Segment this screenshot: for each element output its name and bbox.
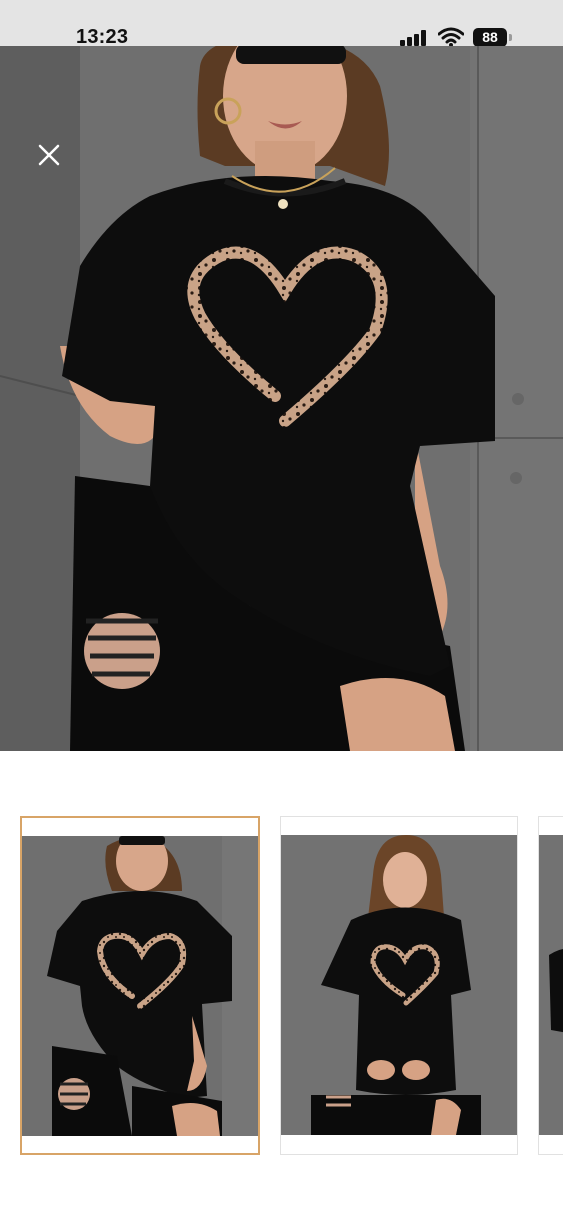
thumbnail-1-selected[interactable] (20, 816, 260, 1155)
thumbnail-strip (0, 816, 563, 1156)
battery-cap (509, 34, 512, 41)
thumbnail-2[interactable] (280, 816, 518, 1155)
main-product-image[interactable] (0, 46, 563, 751)
model-photo (0, 46, 563, 751)
thumbnail-1-image (22, 836, 258, 1136)
thumbnail-2-image (281, 835, 517, 1135)
thumbnail-3-image (539, 835, 563, 1135)
signal-icon (400, 30, 430, 46)
close-icon[interactable] (30, 136, 68, 174)
wifi-icon (438, 27, 464, 47)
status-bar: 13:23 88 (0, 0, 563, 48)
battery-icon: 88 (473, 28, 507, 47)
thumbnail-3[interactable] (538, 816, 563, 1155)
